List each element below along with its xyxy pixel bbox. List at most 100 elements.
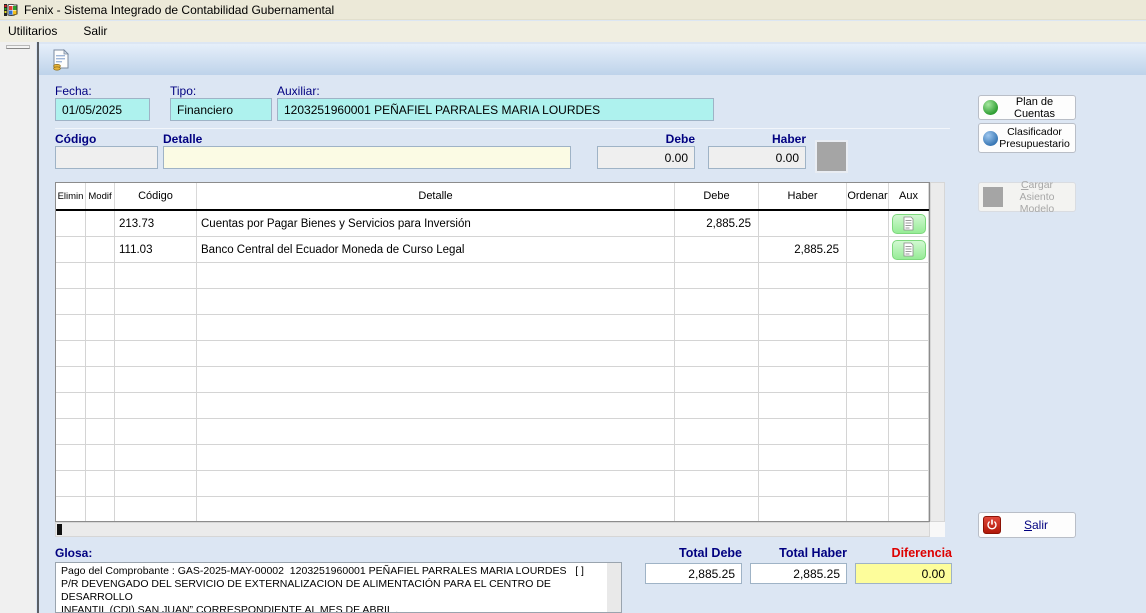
cell-modif <box>86 341 115 366</box>
divider <box>55 128 950 129</box>
cell-codigo <box>115 289 197 314</box>
new-voucher-document-icon[interactable] <box>49 48 73 72</box>
tipo-input[interactable]: Financiero <box>170 98 272 121</box>
table-row[interactable]: 111.03 Banco Central del Ecuador Moneda d… <box>56 237 929 263</box>
cell-modif <box>86 445 115 470</box>
cell-debe <box>675 445 759 470</box>
menu-utilitarios[interactable]: Utilitarios <box>8 22 65 41</box>
cell-ordenar <box>847 497 889 521</box>
cell-aux <box>889 419 929 444</box>
cell-detalle <box>197 263 675 288</box>
cell-codigo <box>115 497 197 521</box>
codigo-input[interactable] <box>55 146 158 169</box>
menu-bar: Utilitarios Salir <box>0 21 1146 42</box>
cell-haber <box>759 445 847 470</box>
menu-salir[interactable]: Salir <box>83 22 115 41</box>
cell-codigo <box>115 367 197 392</box>
total-debe-label: Total Debe <box>679 546 742 560</box>
add-entry-button[interactable] <box>815 140 848 173</box>
glosa-textarea[interactable]: Pago del Comprobante : GAS-2025-MAY-0000… <box>55 562 622 613</box>
cell-codigo <box>115 419 197 444</box>
cell-debe <box>675 497 759 521</box>
aux-document-button[interactable] <box>891 239 926 260</box>
cell-modif <box>86 497 115 521</box>
cell-ordenar <box>847 315 889 340</box>
cell-ordenar <box>847 263 889 288</box>
cell-modif <box>86 419 115 444</box>
aux-document-button[interactable] <box>891 213 926 234</box>
table-row-empty <box>56 263 929 289</box>
cell-elimin <box>56 315 86 340</box>
table-horizontal-scrollbar[interactable] <box>55 522 930 537</box>
fecha-label: Fecha: <box>55 84 92 98</box>
cell-haber <box>759 315 847 340</box>
cell-elimin <box>56 263 86 288</box>
table-row-empty <box>56 393 929 419</box>
cell-detalle: Cuentas por Pagar Bienes y Servicios par… <box>197 211 675 236</box>
cell-haber <box>759 263 847 288</box>
cell-debe: 2,885.25 <box>675 211 759 236</box>
cell-codigo <box>115 341 197 366</box>
cell-debe <box>675 315 759 340</box>
cell-elimin <box>56 211 86 236</box>
cell-detalle <box>197 289 675 314</box>
column-header-modif: Modif <box>86 183 115 209</box>
cell-elimin <box>56 367 86 392</box>
column-header-aux: Aux <box>889 183 929 209</box>
table-row[interactable]: 213.73 Cuentas por Pagar Bienes y Servici… <box>56 211 929 237</box>
cell-debe <box>675 263 759 288</box>
toolbar <box>39 44 1146 75</box>
power-icon <box>983 516 1001 534</box>
cell-codigo <box>115 445 197 470</box>
clasificador-label: Clasificador Presupuestario <box>999 126 1070 150</box>
cell-aux <box>889 367 929 392</box>
cell-elimin <box>56 341 86 366</box>
glosa-scrollbar[interactable] <box>607 563 621 612</box>
table-header-row: Elimin Modif Código Detalle Debe Haber Ordenar… <box>56 183 929 211</box>
table-row-empty <box>56 315 929 341</box>
cell-debe <box>675 367 759 392</box>
cell-elimin <box>56 237 86 262</box>
cell-elimin <box>56 289 86 314</box>
salir-button[interactable]: Salir <box>978 512 1076 538</box>
cell-haber <box>759 419 847 444</box>
cell-aux <box>889 393 929 418</box>
cell-elimin <box>56 445 86 470</box>
auxiliar-input[interactable]: 1203251960001 PEÑAFIEL PARRALES MARIA LO… <box>277 98 714 121</box>
cell-codigo: 111.03 <box>115 237 197 262</box>
green-sphere-icon <box>983 100 998 115</box>
table-vertical-scrollbar[interactable] <box>930 182 945 522</box>
cell-ordenar <box>847 419 889 444</box>
column-header-código: Código <box>115 183 197 209</box>
cell-debe <box>675 393 759 418</box>
left-collapsed-panel <box>0 42 36 613</box>
cell-detalle <box>197 445 675 470</box>
tipo-label: Tipo: <box>170 84 197 98</box>
clasificador-presupuestario-button[interactable]: Clasificador Presupuestario <box>978 123 1076 153</box>
diferencia-label: Diferencia <box>891 546 952 560</box>
cell-detalle <box>197 341 675 366</box>
cell-ordenar <box>847 237 889 262</box>
column-header-debe: Debe <box>675 183 759 209</box>
debe-input[interactable]: 0.00 <box>597 146 695 169</box>
plan-de-cuentas-button[interactable]: Plan de Cuentas <box>978 95 1076 120</box>
cargar-asiento-label: Cargar Asiento Modelo <box>1019 179 1055 215</box>
total-debe-value: 2,885.25 <box>645 563 742 584</box>
column-header-detalle: Detalle <box>197 183 675 209</box>
panel-gripper[interactable] <box>6 45 30 49</box>
cell-aux <box>889 341 929 366</box>
cell-detalle: Banco Central del Ecuador Moneda de Curs… <box>197 237 675 262</box>
haber-input[interactable]: 0.00 <box>708 146 806 169</box>
cell-elimin <box>56 419 86 444</box>
cell-ordenar <box>847 341 889 366</box>
detalle-input[interactable] <box>163 146 571 169</box>
fecha-input[interactable]: 01/05/2025 <box>55 98 150 121</box>
cell-codigo <box>115 471 197 496</box>
title-bar: Fenix - Sistema Integrado de Contabilida… <box>0 0 1146 20</box>
app-window: Fenix - Sistema Integrado de Contabilida… <box>0 0 1146 613</box>
haber-label: Haber <box>771 132 806 146</box>
cell-detalle <box>197 315 675 340</box>
cargar-asiento-modelo-button: Cargar Asiento Modelo <box>978 179 1076 215</box>
scrollbar-thumb[interactable] <box>57 524 62 535</box>
cell-debe <box>675 471 759 496</box>
